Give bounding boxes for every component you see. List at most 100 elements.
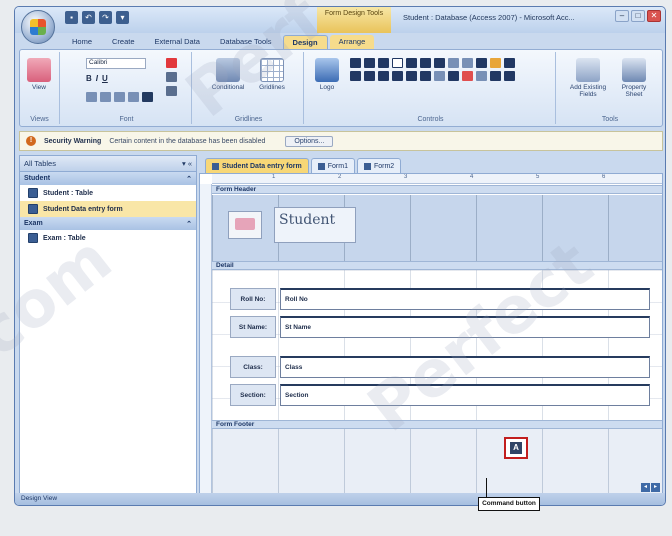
field-textbox[interactable]: Roll No [280, 288, 650, 310]
ruler-tick: 4 [470, 174, 474, 180]
label-control-icon[interactable] [364, 58, 375, 68]
add-existing-fields-button[interactable]: Add Existing Fields [568, 58, 608, 98]
button-control-icon[interactable] [378, 58, 389, 68]
doc-tab-form1[interactable]: Form1 [310, 158, 355, 173]
form-icon [317, 162, 325, 170]
line-color-icon[interactable] [166, 72, 177, 82]
conditional-button[interactable]: Conditional [208, 58, 248, 91]
chart-control-icon[interactable] [378, 71, 389, 81]
line-control-icon[interactable] [392, 58, 403, 68]
doc-tab-student-form[interactable]: Student Data entry form [205, 158, 309, 173]
logo-label: Logo [319, 84, 335, 91]
detail-bar[interactable]: Detail [212, 261, 662, 270]
combo-control-icon[interactable] [476, 58, 487, 68]
scroll-right-icon[interactable]: ▸ [651, 483, 660, 492]
form-icon [28, 204, 38, 214]
attachment-control-icon[interactable] [406, 71, 417, 81]
tab-design[interactable]: Design [282, 35, 328, 49]
customize-qat-icon[interactable]: ▾ [116, 11, 129, 24]
select-objects-icon[interactable] [490, 58, 501, 68]
property-sheet-button[interactable]: Property Sheet [614, 58, 654, 98]
nav-group-exam[interactable]: Exam ⌃ [20, 217, 196, 230]
bound-frame-icon[interactable] [420, 71, 431, 81]
tab-home[interactable]: Home [63, 35, 101, 49]
insert-activex-icon[interactable] [476, 71, 487, 81]
field-textbox[interactable]: St Name [280, 316, 650, 338]
align-right-icon[interactable] [114, 92, 125, 102]
nav-item-student-table[interactable]: Student : Table [20, 185, 196, 201]
logo-button[interactable]: Logo [314, 58, 340, 91]
page-break-icon[interactable] [448, 71, 459, 81]
bold-button[interactable]: B [86, 74, 92, 83]
maximize-button[interactable]: □ [631, 10, 645, 22]
image-control-icon[interactable] [504, 58, 515, 68]
nav-pane-header[interactable]: All Tables ▾ « [20, 156, 196, 172]
field-textbox[interactable]: Class [280, 356, 650, 378]
form-logo-image[interactable] [228, 211, 262, 239]
font-name-select[interactable]: Calibri [86, 58, 146, 69]
italic-button[interactable]: I [96, 74, 98, 83]
view-button[interactable]: View [26, 58, 52, 91]
field-textbox[interactable]: Section [280, 384, 650, 406]
control-wizards-icon[interactable] [462, 71, 473, 81]
close-button[interactable]: ✕ [647, 10, 661, 22]
tab-database-tools[interactable]: Database Tools [211, 35, 281, 49]
conditional-formatting-icon [216, 58, 240, 82]
nav-item-exam-table[interactable]: Exam : Table [20, 230, 196, 246]
field-label[interactable]: Roll No: [230, 288, 276, 310]
collapse-icon[interactable]: ⌃ [186, 220, 192, 228]
text-box-control-icon[interactable] [350, 58, 361, 68]
toggle-control-icon[interactable] [448, 58, 459, 68]
tab-control-icon[interactable] [462, 58, 473, 68]
subform-control-icon[interactable] [364, 71, 375, 81]
underline-button[interactable]: U [102, 74, 108, 83]
rectangle-control-icon[interactable] [406, 58, 417, 68]
scroll-left-icon[interactable]: ◂ [641, 483, 650, 492]
nav-group-student[interactable]: Student ⌃ [20, 172, 196, 185]
chevron-down-icon[interactable]: ▾ « [182, 159, 192, 168]
detail-section[interactable]: Roll No: Roll No St Name: St Name Class:… [212, 270, 662, 420]
align-left-icon[interactable] [86, 92, 97, 102]
fill-color-icon[interactable] [128, 92, 139, 102]
tab-external-data[interactable]: External Data [146, 35, 209, 49]
command-button[interactable]: A [504, 437, 528, 459]
form-footer-bar[interactable]: Form Footer [212, 420, 662, 429]
property-sheet-icon [622, 58, 646, 82]
security-warning-message: Certain content in the database has been… [109, 137, 266, 145]
field-row-class: Class: Class [230, 356, 650, 378]
form-header-section[interactable]: Student [212, 195, 662, 261]
nav-item-student-form[interactable]: Student Data entry form [20, 201, 196, 217]
field-label[interactable]: Class: [230, 356, 276, 378]
hyperlink-control-icon[interactable] [392, 71, 403, 81]
ruler-tick: 2 [338, 174, 342, 180]
list-control-icon[interactable] [350, 71, 361, 81]
collapse-icon[interactable]: ⌃ [186, 175, 192, 183]
align-center-icon[interactable] [100, 92, 111, 102]
form-title-label[interactable]: Student [274, 207, 356, 243]
doc-tab-form2[interactable]: Form2 [356, 158, 402, 173]
font-color-icon[interactable] [166, 58, 177, 68]
document-tabs: Student Data entry form Form1 Form2 [199, 155, 663, 173]
minimize-button[interactable]: – [615, 10, 629, 22]
format-painter-icon[interactable] [142, 92, 153, 102]
save-icon[interactable]: ▪ [65, 11, 78, 24]
gridlines-button[interactable]: Gridlines [252, 58, 292, 91]
office-button[interactable] [21, 10, 55, 44]
options-button[interactable]: Options... [285, 135, 334, 147]
field-label[interactable]: St Name: [230, 316, 276, 338]
form-header-bar[interactable]: Form Header [212, 185, 662, 194]
option-control-icon[interactable] [434, 58, 445, 68]
date-time-icon[interactable] [490, 71, 501, 81]
tab-arrange[interactable]: Arrange [329, 35, 375, 49]
checkbox-control-icon[interactable] [420, 58, 431, 68]
page-numbers-icon[interactable] [504, 71, 515, 81]
unbound-frame-icon[interactable] [434, 71, 445, 81]
form-footer-section[interactable]: A ◂ ▸ [212, 429, 662, 494]
line-width-icon[interactable] [166, 86, 177, 96]
tab-create[interactable]: Create [103, 35, 144, 49]
undo-icon[interactable]: ↶ [82, 11, 95, 24]
field-label[interactable]: Section: [230, 384, 276, 406]
access-window: ▪ ↶ ↷ ▾ Form Design Tools Student : Data… [14, 6, 666, 506]
redo-icon[interactable]: ↷ [99, 11, 112, 24]
form-design-surface[interactable]: 1 2 3 4 5 6 Form Header Student Detail R… [199, 173, 663, 495]
